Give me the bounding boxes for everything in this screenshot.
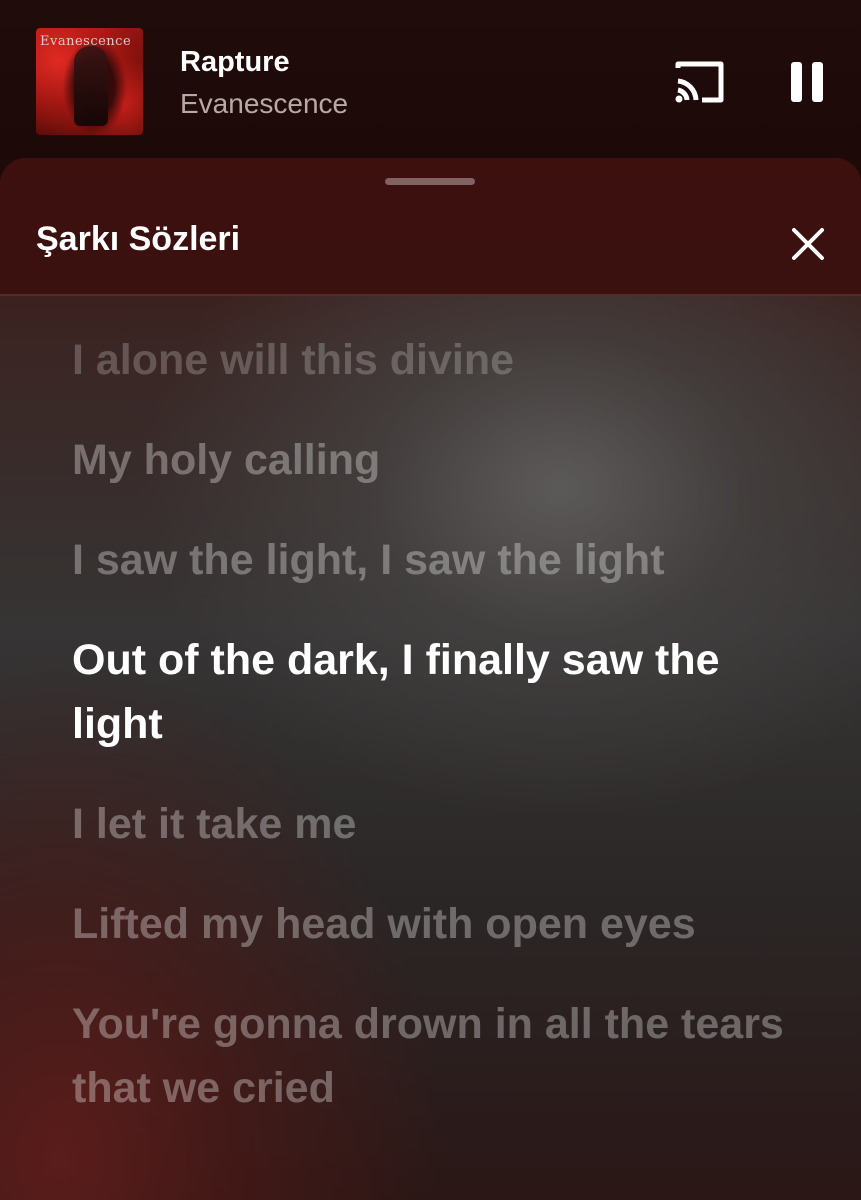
track-artist[interactable]: Evanescence: [180, 88, 348, 120]
pause-button[interactable]: [782, 56, 832, 108]
lyric-line[interactable]: I alone will this divine: [72, 328, 812, 392]
cast-button[interactable]: [668, 56, 730, 108]
mini-player[interactable]: Evanescence Rapture Evanescence: [0, 0, 861, 160]
lyric-line[interactable]: I let it take me: [72, 792, 812, 856]
lyrics-list[interactable]: I alone will this divine My holy calling…: [72, 328, 812, 1156]
lyric-line[interactable]: I saw the light, I saw the light: [72, 528, 812, 592]
album-art[interactable]: Evanescence: [36, 28, 143, 135]
close-button[interactable]: [780, 216, 836, 272]
close-icon: [792, 228, 824, 260]
lyrics-screen: Evanescence Rapture Evanescence Şarkı Sö…: [0, 0, 861, 1200]
track-title[interactable]: Rapture: [180, 46, 290, 79]
lyric-line[interactable]: My holy calling: [72, 428, 812, 492]
lyric-line-active[interactable]: Out of the dark, I finally saw the light: [72, 628, 812, 756]
lyric-line[interactable]: Lifted my head with open eyes: [72, 892, 812, 956]
lyrics-sheet-title: Şarkı Sözleri: [36, 220, 241, 258]
album-art-figure: [74, 46, 108, 126]
lyric-line[interactable]: You're gonna drown in all the tears that…: [72, 992, 812, 1120]
cast-icon: [675, 61, 724, 103]
pause-icon: [791, 62, 823, 102]
lyrics-sheet: Şarkı Sözleri I alone will this divine M…: [0, 158, 861, 1200]
lyrics-sheet-header: Şarkı Sözleri: [0, 158, 861, 296]
drag-handle[interactable]: [385, 178, 475, 185]
